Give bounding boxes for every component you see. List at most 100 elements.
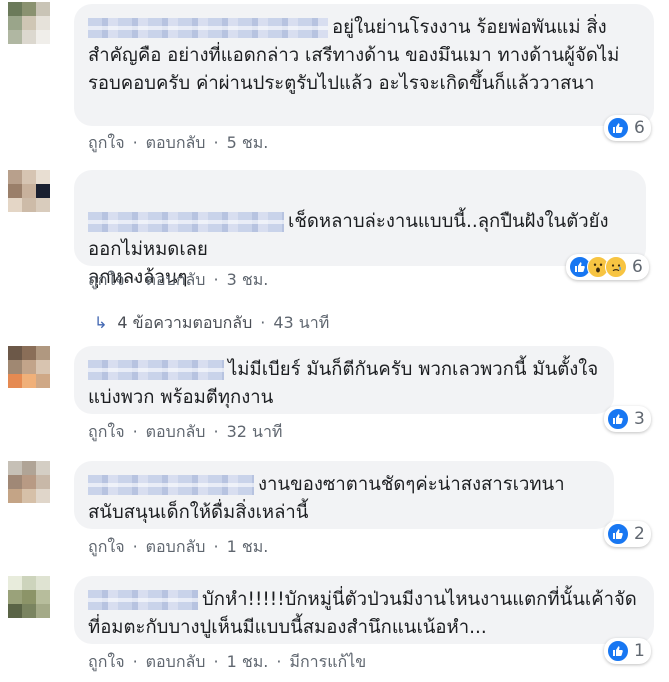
avatar-pixel	[36, 590, 50, 604]
avatar-pixel	[36, 360, 50, 374]
reply-button[interactable]: ตอบกลับ	[146, 422, 206, 441]
avatar-pixel	[36, 184, 50, 198]
avatar-pixel	[8, 2, 22, 16]
comment-bubble: งานของซาตานชัดๆค่ะน่าสงสารเวทนาสนับสนุนเ…	[74, 461, 614, 529]
avatar[interactable]	[8, 461, 50, 503]
reaction-summary[interactable]: 3	[604, 406, 651, 432]
avatar[interactable]	[8, 170, 50, 212]
reaction-count: 2	[634, 524, 645, 544]
edited-label[interactable]: มีการแก้ไข	[289, 652, 366, 671]
like-button[interactable]: ถูกใจ	[88, 133, 125, 152]
avatar-pixel	[22, 576, 36, 590]
like-button[interactable]: ถูกใจ	[88, 270, 125, 289]
avatar-pixel	[36, 16, 50, 30]
reaction-summary[interactable]: 2	[604, 521, 651, 547]
separator-dot: ·	[132, 422, 138, 441]
commenter-name[interactable]	[88, 212, 284, 232]
avatar-pixel	[36, 576, 50, 590]
avatar-pixel	[36, 170, 50, 184]
separator-dot: ·	[276, 652, 282, 671]
avatar-pixel	[36, 461, 50, 475]
like-reaction-icon	[607, 640, 629, 662]
avatar-pixel	[22, 360, 36, 374]
commenter-name[interactable]	[88, 475, 254, 495]
avatar-pixel	[22, 475, 36, 489]
separator-dot: ·	[213, 422, 219, 441]
comment-timestamp[interactable]: 3 ชม.	[227, 270, 269, 289]
reply-button[interactable]: ตอบกลับ	[146, 537, 206, 556]
reply-count[interactable]: 4 ข้อความตอบกลับ	[117, 313, 252, 332]
avatar-pixel	[8, 604, 22, 618]
separator-dot: ·	[132, 133, 138, 152]
avatar-pixel	[22, 489, 36, 503]
avatar-pixel	[8, 184, 22, 198]
avatar-pixel	[8, 576, 22, 590]
avatar-pixel	[8, 346, 22, 360]
separator-dot: ·	[132, 537, 138, 556]
separator-dot: ·	[260, 313, 266, 332]
avatar-pixel	[36, 374, 50, 388]
avatar-pixel	[22, 2, 36, 16]
reply-arrow-icon: ↳	[94, 313, 108, 332]
reaction-summary[interactable]: 6	[566, 254, 649, 280]
avatar-pixel	[22, 184, 36, 198]
avatar-pixel	[22, 170, 36, 184]
avatar-pixel	[8, 489, 22, 503]
like-button[interactable]: ถูกใจ	[88, 537, 125, 556]
avatar-pixel	[36, 346, 50, 360]
comment-actions: ถูกใจ · ตอบกลับ · 1 ชม. · มีการแก้ไข	[88, 650, 366, 675]
like-button[interactable]: ถูกใจ	[88, 422, 125, 441]
comment-bubble: บักหำ!!!!!บักหมู่นี่ตัวป่วนมีงานไหนงานแต…	[74, 576, 654, 644]
avatar[interactable]	[8, 346, 50, 388]
avatar-pixel	[8, 475, 22, 489]
reaction-summary[interactable]: 6	[604, 115, 651, 141]
comment-bubble: อยู่ในย่านโรงงาน ร้อยพ่อพันแม่ สิ่งสำคัญ…	[74, 4, 654, 126]
avatar-pixel	[36, 2, 50, 16]
reaction-summary[interactable]: 1	[604, 638, 651, 664]
avatar-pixel	[22, 590, 36, 604]
comment-actions: ถูกใจ · ตอบกลับ · 32 นาที	[88, 420, 282, 445]
separator-dot: ·	[213, 133, 219, 152]
avatar-pixel	[22, 461, 36, 475]
comment-bubble: เช็ดหลาบล่ะงานแบบนี้..ลุกปืนฝังในตัวยังอ…	[74, 170, 646, 288]
reply-button[interactable]: ตอบกลับ	[146, 270, 206, 289]
avatar-pixel	[36, 604, 50, 618]
avatar-pixel	[22, 16, 36, 30]
avatar-pixel	[8, 30, 22, 44]
avatar-pixel	[36, 30, 50, 44]
like-reaction-icon	[607, 408, 629, 430]
avatar-pixel	[22, 604, 36, 618]
comment-actions: ถูกใจ · ตอบกลับ · 1 ชม.	[88, 535, 268, 560]
reply-button[interactable]: ตอบกลับ	[146, 652, 206, 671]
avatar-pixel	[36, 489, 50, 503]
separator-dot: ·	[132, 270, 138, 289]
like-button[interactable]: ถูกใจ	[88, 652, 125, 671]
commenter-name[interactable]	[88, 360, 224, 380]
avatar-pixel	[8, 360, 22, 374]
separator-dot: ·	[132, 652, 138, 671]
reaction-count: 1	[634, 641, 645, 661]
reaction-count: 6	[632, 257, 643, 277]
reaction-count: 6	[634, 118, 645, 138]
comment-timestamp[interactable]: 1 ชม.	[227, 537, 269, 556]
comment-timestamp[interactable]: 32 นาที	[227, 422, 283, 441]
avatar-pixel	[22, 346, 36, 360]
sad-reaction-icon	[605, 256, 627, 278]
view-replies-link[interactable]: ↳ 4 ข้อความตอบกลับ · 43 นาที	[94, 311, 329, 336]
avatar[interactable]	[8, 2, 50, 44]
reaction-count: 3	[634, 409, 645, 429]
comment-timestamp[interactable]: 5 ชม.	[227, 133, 269, 152]
reply-button[interactable]: ตอบกลับ	[146, 133, 206, 152]
avatar-pixel	[8, 170, 22, 184]
avatar[interactable]	[8, 576, 50, 618]
comment-timestamp[interactable]: 1 ชม.	[227, 652, 269, 671]
commenter-name[interactable]	[88, 590, 198, 610]
avatar-pixel	[8, 198, 22, 212]
avatar-pixel	[36, 475, 50, 489]
reply-timestamp: 43 นาที	[273, 313, 330, 332]
separator-dot: ·	[213, 652, 219, 671]
comment-actions: ถูกใจ · ตอบกลับ · 5 ชม.	[88, 131, 268, 156]
commenter-name[interactable]	[88, 18, 328, 38]
avatar-pixel	[22, 30, 36, 44]
separator-dot: ·	[213, 537, 219, 556]
